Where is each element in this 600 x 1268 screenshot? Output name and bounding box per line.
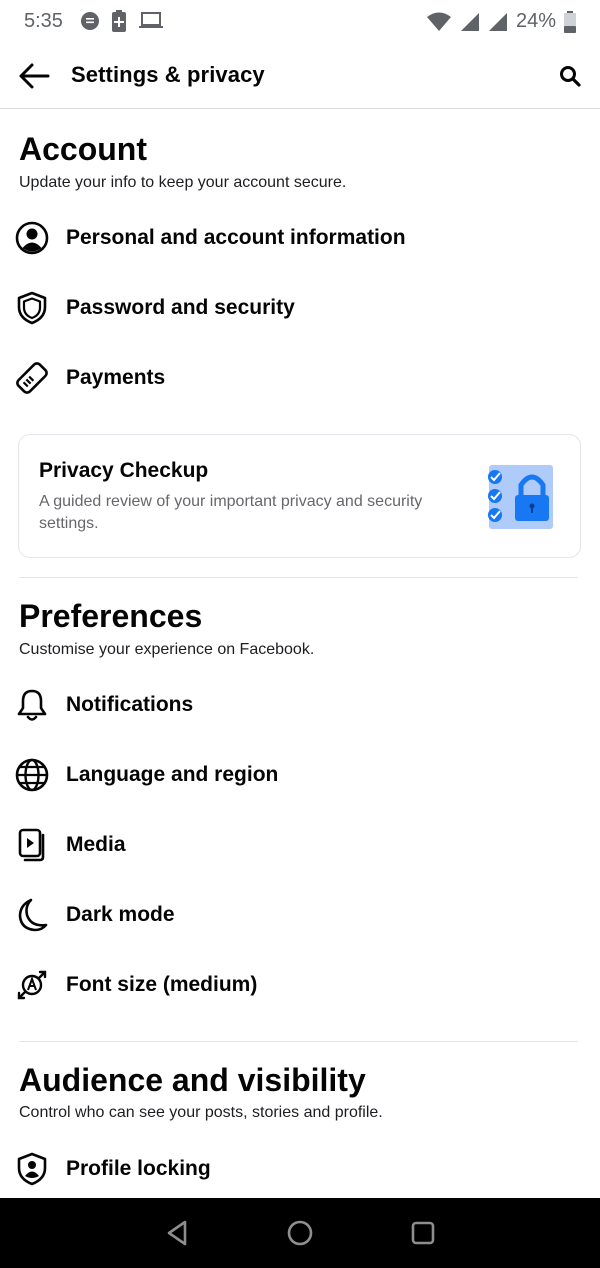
signal-icon xyxy=(488,12,507,31)
settings-item-profile-locking[interactable]: Profile locking xyxy=(0,1139,600,1199)
chat-bubble-icon xyxy=(81,12,99,30)
system-navigation-bar xyxy=(0,1198,600,1268)
status-system-icons: 24% xyxy=(426,10,576,33)
status-bar: 5:35 24% xyxy=(0,0,600,44)
nav-back-icon[interactable] xyxy=(163,1218,193,1248)
settings-item-dark-mode[interactable]: Dark mode xyxy=(0,885,600,945)
settings-item-label: Media xyxy=(66,833,126,856)
signal-icon xyxy=(460,12,479,31)
battery-percent: 24% xyxy=(515,10,556,32)
font-size-icon xyxy=(17,970,47,1000)
privacy-checkup-lock-icon xyxy=(488,465,553,529)
settings-item-media[interactable]: Media xyxy=(0,815,600,875)
settings-item-notifications[interactable]: Notifications xyxy=(0,675,600,735)
media-icon xyxy=(18,828,45,862)
settings-item-password-security[interactable]: Password and security xyxy=(0,278,600,338)
settings-item-label: Dark mode xyxy=(66,903,175,926)
shield-icon xyxy=(17,291,47,325)
settings-item-payments[interactable]: Payments xyxy=(0,348,600,408)
status-time: 5:35 xyxy=(24,10,63,32)
section-subtitle-preferences: Customise your experience on Facebook. xyxy=(19,641,315,658)
settings-item-label: Password and security xyxy=(66,296,295,319)
top-app-bar: Settings & privacy xyxy=(0,44,600,109)
nav-home-icon[interactable] xyxy=(285,1218,315,1248)
back-arrow-icon[interactable] xyxy=(18,62,52,90)
tag-icon xyxy=(16,362,48,394)
moon-icon xyxy=(18,898,48,932)
nav-recents-icon[interactable] xyxy=(408,1218,438,1248)
battery-icon xyxy=(564,10,576,33)
battery-saver-icon xyxy=(112,10,126,32)
settings-item-label: Font size (medium) xyxy=(66,973,258,996)
section-divider xyxy=(19,577,578,578)
settings-item-personal-info[interactable]: Personal and account information xyxy=(0,208,600,268)
laptop-icon xyxy=(139,12,163,28)
section-title-audience: Audience and visibility xyxy=(19,1062,366,1098)
settings-item-label: Language and region xyxy=(66,763,279,786)
settings-item-language-region[interactable]: Language and region xyxy=(0,745,600,805)
privacy-checkup-title: Privacy Checkup xyxy=(39,459,209,482)
section-title-preferences: Preferences xyxy=(19,598,203,634)
section-subtitle-audience: Control who can see your posts, stories … xyxy=(19,1104,383,1121)
section-title-account: Account xyxy=(19,131,147,167)
status-notification-icons xyxy=(80,10,164,32)
search-icon[interactable] xyxy=(558,64,582,88)
page-title: Settings & privacy xyxy=(71,62,265,87)
bell-icon xyxy=(17,689,47,721)
profile-lock-icon xyxy=(17,1152,47,1186)
settings-item-label: Profile locking xyxy=(66,1157,211,1180)
settings-item-font-size[interactable]: Font size (medium) xyxy=(0,955,600,1015)
section-subtitle-account: Update your info to keep your account se… xyxy=(19,174,347,191)
section-divider xyxy=(19,1041,578,1042)
settings-item-label: Notifications xyxy=(66,693,194,716)
privacy-checkup-card[interactable]: Privacy Checkup A guided review of your … xyxy=(18,434,581,558)
settings-item-label: Personal and account information xyxy=(66,226,406,249)
person-circle-icon xyxy=(15,221,49,255)
privacy-checkup-description: A guided review of your important privac… xyxy=(39,493,423,532)
globe-icon xyxy=(15,758,49,792)
wifi-icon xyxy=(426,12,451,31)
settings-item-label: Payments xyxy=(66,366,166,389)
